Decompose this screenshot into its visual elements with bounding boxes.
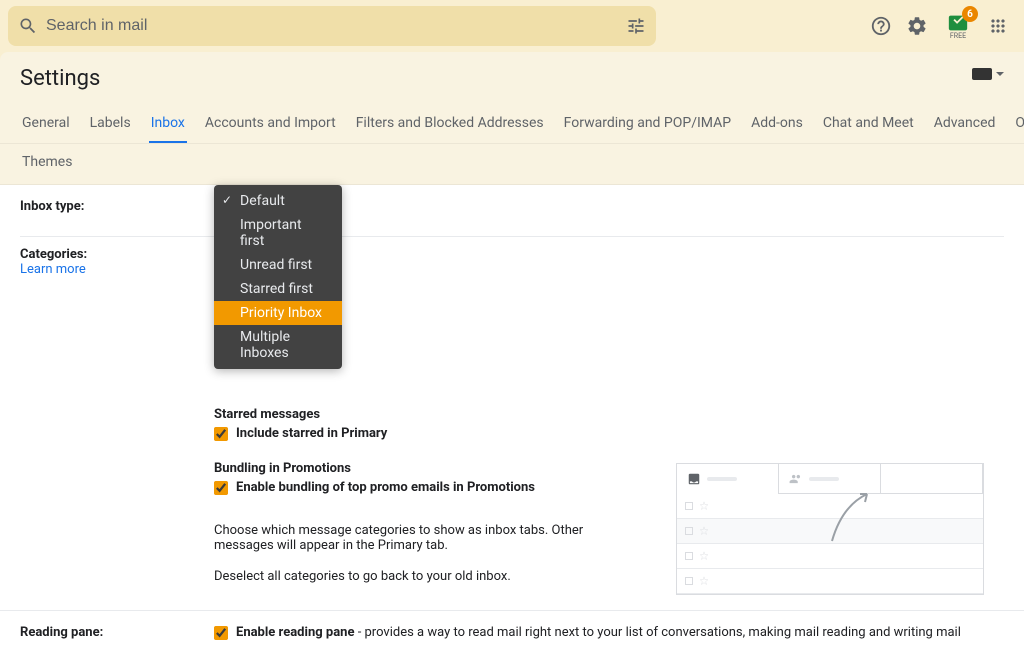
reading-pane-label: Reading pane: <box>20 625 214 640</box>
tab-general[interactable]: General <box>20 105 72 143</box>
dropdown-option-default[interactable]: Default <box>214 189 342 213</box>
include-starred-checkbox[interactable] <box>214 427 228 441</box>
badge-count: 6 <box>962 6 978 22</box>
reading-pane-checkbox[interactable] <box>214 626 228 640</box>
tab-themes[interactable]: Themes <box>20 144 74 184</box>
categories-desc-2: Deselect all categories to go back to yo… <box>214 569 644 584</box>
keyboard-icon <box>972 68 992 80</box>
free-badge[interactable]: 6 FREE <box>942 10 974 42</box>
inbox-type-label: Inbox type: <box>20 199 214 214</box>
tab-labels[interactable]: Labels <box>88 105 133 143</box>
dropdown-option-important-first[interactable]: Important first <box>214 213 342 253</box>
tab-forwarding-and-pop/imap[interactable]: Forwarding and POP/IMAP <box>562 105 733 143</box>
categories-preview <box>676 463 984 595</box>
tab-add-ons[interactable]: Add-ons <box>749 105 805 143</box>
learn-more-link[interactable]: Learn more <box>20 262 86 277</box>
preview-tab-empty <box>881 464 983 494</box>
header: 6 FREE <box>0 0 1024 52</box>
arrow-icon <box>827 486 877 546</box>
page-title: Settings <box>0 52 1024 105</box>
bundling-checkbox[interactable] <box>214 481 228 495</box>
input-tools[interactable] <box>972 68 1004 80</box>
help-icon[interactable] <box>870 15 892 37</box>
settings-tabs-row2: Themes <box>0 144 1024 185</box>
reading-pane-section: Reading pane: Enable reading pane - prov… <box>0 610 1024 640</box>
categories-desc-1: Choose which message categories to show … <box>214 523 644 553</box>
starred-messages-title: Starred messages <box>214 407 1004 422</box>
tab-offline[interactable]: Offline <box>1013 105 1024 143</box>
apps-grid-icon[interactable] <box>988 16 1008 36</box>
dropdown-option-unread-first[interactable]: Unread first <box>214 253 342 277</box>
settings-content: Inbox type: DefaultImportant firstUnread… <box>0 185 1024 661</box>
search-bar[interactable] <box>8 6 656 46</box>
bundling-label: Enable bundling of top promo emails in P… <box>236 480 535 495</box>
tab-chat-and-meet[interactable]: Chat and Meet <box>821 105 916 143</box>
inbox-type-section: Inbox type: <box>0 199 1024 214</box>
chevron-down-icon <box>996 72 1004 76</box>
dropdown-option-starred-first[interactable]: Starred first <box>214 277 342 301</box>
tab-inbox[interactable]: Inbox <box>149 105 187 143</box>
search-icon <box>18 16 38 36</box>
include-starred-label: Include starred in Primary <box>236 426 387 441</box>
header-actions: 6 FREE <box>870 10 1018 42</box>
tab-filters-and-blocked-addresses[interactable]: Filters and Blocked Addresses <box>354 105 546 143</box>
people-icon <box>789 472 803 486</box>
settings-panel: Settings General Labels Inbox Accounts and … <box>0 52 1024 185</box>
inbox-icon <box>687 472 701 486</box>
dropdown-option-priority-inbox[interactable]: Priority Inbox <box>214 301 342 325</box>
tab-advanced[interactable]: Advanced <box>932 105 998 143</box>
search-options-icon[interactable] <box>626 16 646 36</box>
search-input[interactable] <box>46 17 626 35</box>
preview-row <box>677 569 983 594</box>
gear-icon[interactable] <box>906 15 928 37</box>
badge-label: FREE <box>950 32 966 40</box>
tab-accounts-and-import[interactable]: Accounts and Import <box>203 105 338 143</box>
preview-tab-primary <box>677 464 779 494</box>
inbox-type-dropdown[interactable]: DefaultImportant firstUnread firstStarre… <box>214 185 342 369</box>
reading-pane-text: Enable reading pane - provides a way to … <box>236 625 961 640</box>
settings-tabs: General Labels Inbox Accounts and Import Fil… <box>0 105 1024 144</box>
categories-label: Categories: Learn more <box>20 247 214 600</box>
dropdown-option-multiple-inboxes[interactable]: Multiple Inboxes <box>214 325 342 365</box>
preview-row <box>677 544 983 569</box>
